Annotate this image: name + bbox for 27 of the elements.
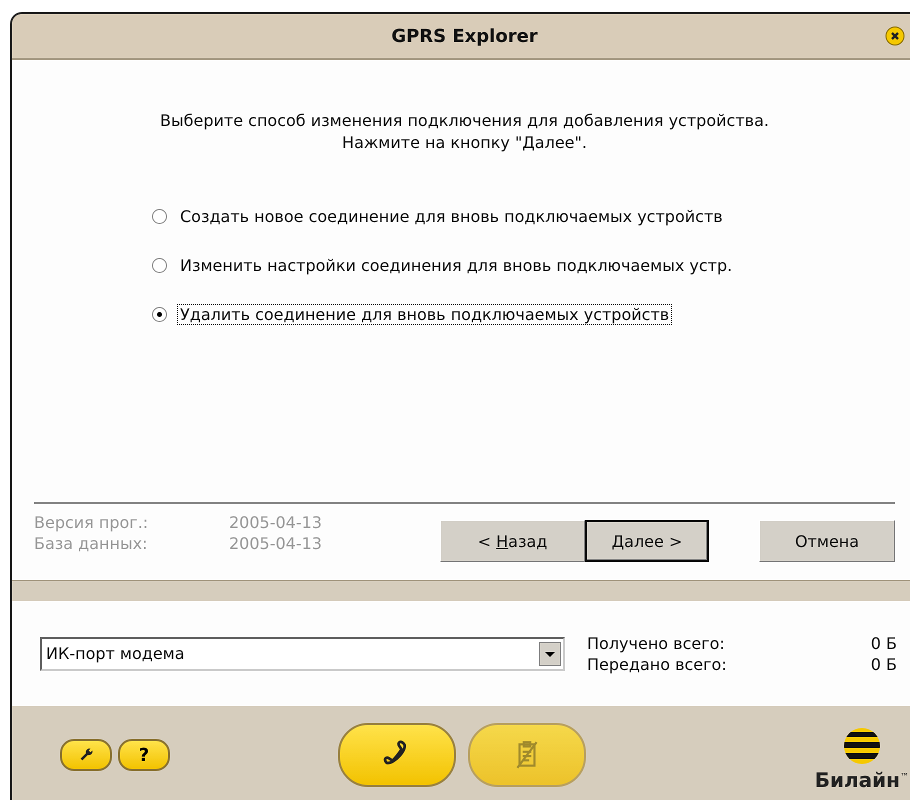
stat-label: Передано всего: [587,654,727,674]
dropdown-arrow-icon[interactable] [539,642,561,666]
stat-value: 0 Б [870,632,897,654]
info-value: 2005-04-13 [229,512,322,533]
stat-label: Получено всего: [587,632,725,654]
window-title: GPRS Explorer [391,26,538,46]
logo-text: Билайн$^{™}$ [814,768,909,792]
device-dropdown[interactable]: ИК-порт модема [40,636,565,670]
info-label: База данных: [34,533,148,554]
info-value: 2005-04-13 [229,533,322,554]
option-label[interactable]: Удалить соединение для вновь подключаемых устройств [177,304,672,325]
dialog-button[interactable]: Далее > [585,520,709,562]
option-label[interactable]: Создать новое соединение для вновь подключаемых устройств [177,206,726,227]
option-label[interactable]: Изменить настройки соединения для вновь подключаемых устр. [177,255,736,276]
radio-button[interactable] [152,209,167,224]
dialog-button[interactable]: < Назад [440,520,585,562]
radio-button[interactable] [152,258,167,273]
stat-value: 0 Б [870,654,897,674]
instruction-text: Выберите способ изменения подключения для добавления устройства. [159,110,770,132]
info-label: Версия прог.: [34,512,150,533]
instruction-text: Нажмите на кнопку "Далее". [341,132,588,154]
call-button[interactable] [338,723,456,787]
help-button[interactable]: ? [118,739,170,771]
radio-button[interactable] [152,307,167,322]
dialog-button[interactable]: Отмена [759,520,895,562]
settings-button[interactable] [60,739,112,771]
close-icon[interactable] [885,26,905,46]
